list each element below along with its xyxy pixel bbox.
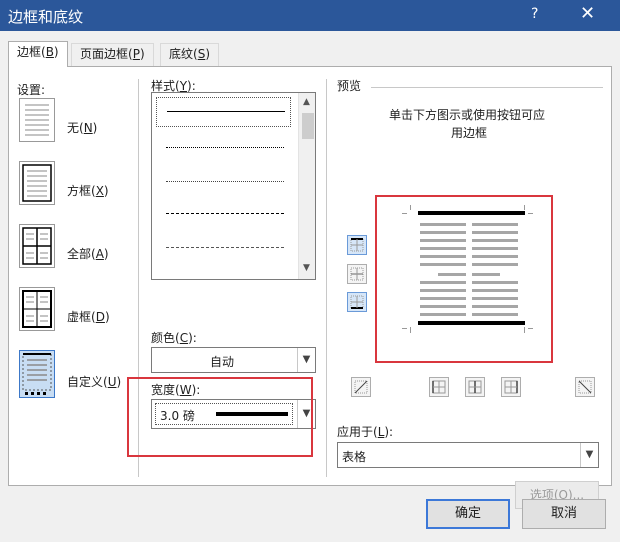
style-item-dashed[interactable] — [156, 203, 291, 225]
left-border-toggle-icon[interactable] — [429, 377, 449, 397]
setting-label: 设置: — [17, 83, 46, 97]
dash-dot-line — [166, 247, 284, 248]
scroll-thumb[interactable] — [302, 113, 314, 139]
title-bar: 边框和底纹 ? ✕ — [0, 0, 620, 31]
setting-box-label[interactable]: 方框(X) — [67, 182, 109, 199]
highlight-box — [375, 195, 553, 363]
chevron-down-icon[interactable]: ▼ — [297, 348, 315, 372]
tab-borders[interactable]: 边框(B) — [8, 41, 68, 67]
setting-none-label[interactable]: 无(N) — [67, 119, 97, 136]
dashed-line — [166, 213, 284, 214]
color-label: 颜色(C): — [151, 331, 197, 345]
style-item-dash-dot[interactable] — [156, 237, 291, 259]
cancel-button[interactable]: 取消 — [522, 499, 606, 529]
fine-dotted-line — [166, 181, 284, 182]
inside-horizontal-toggle-icon[interactable] — [347, 264, 367, 284]
setting-all-label[interactable]: 全部(A) — [67, 245, 109, 262]
top-border-toggle-icon[interactable] — [347, 235, 367, 255]
tab-page-borders[interactable]: 页面边框(P) — [71, 43, 154, 66]
preview-label: 预览 — [337, 79, 362, 93]
highlight-box — [127, 377, 313, 457]
dotted-line — [166, 147, 284, 148]
style-list[interactable]: ▲ ▼ — [151, 92, 316, 280]
style-item-fine-dotted[interactable] — [156, 171, 291, 193]
scroll-down-icon[interactable]: ▼ — [303, 263, 310, 273]
color-select[interactable]: 自动 ▼ — [151, 347, 316, 373]
inside-vertical-toggle-icon[interactable] — [465, 377, 485, 397]
dialog-title: 边框和底纹 — [8, 8, 84, 26]
setting-custom-label[interactable]: 自定义(U) — [67, 373, 121, 390]
setting-grid-label[interactable]: 虚框(D) — [67, 308, 110, 325]
style-item-dotted[interactable] — [156, 137, 291, 159]
help-button[interactable]: ? — [531, 6, 538, 22]
setting-custom-icon[interactable] — [19, 350, 55, 398]
setting-box-icon[interactable] — [19, 161, 55, 205]
divider — [326, 79, 327, 477]
setting-all-icon[interactable] — [19, 224, 55, 268]
style-scrollbar[interactable]: ▲ ▼ — [298, 93, 315, 279]
ok-button[interactable]: 确定 — [426, 499, 510, 529]
close-button[interactable]: ✕ — [580, 3, 595, 24]
diagonal-down-border-icon[interactable] — [575, 377, 595, 397]
style-item-solid[interactable] — [156, 97, 291, 127]
right-border-toggle-icon[interactable] — [501, 377, 521, 397]
bottom-border-toggle-icon[interactable] — [347, 292, 367, 312]
apply-to-select[interactable]: 表格 ▼ — [337, 442, 599, 468]
chevron-down-icon[interactable]: ▼ — [580, 443, 598, 467]
diagonal-up-border-icon[interactable] — [351, 377, 371, 397]
setting-none-icon[interactable] — [19, 98, 55, 142]
solid-line — [167, 111, 285, 112]
borders-panel: 设置: 无(N) 方框(X) 全部(A) 虚框(D) 自定义(U) 样式(Y): — [8, 66, 612, 509]
preview-hint-2: 用边框 — [451, 126, 488, 140]
tab-shading[interactable]: 底纹(S) — [160, 43, 219, 66]
dialog-body: 边框(B) 页面边框(P) 底纹(S) 设置: 无(N) 方框(X) 全部(A)… — [0, 31, 620, 542]
apply-to-label: 应用于(L): — [337, 425, 394, 439]
preview-hint-1: 单击下方图示或使用按钮可应 — [389, 108, 546, 122]
scroll-up-icon[interactable]: ▲ — [303, 97, 310, 107]
divider — [371, 87, 603, 88]
setting-grid-icon[interactable] — [19, 287, 55, 331]
